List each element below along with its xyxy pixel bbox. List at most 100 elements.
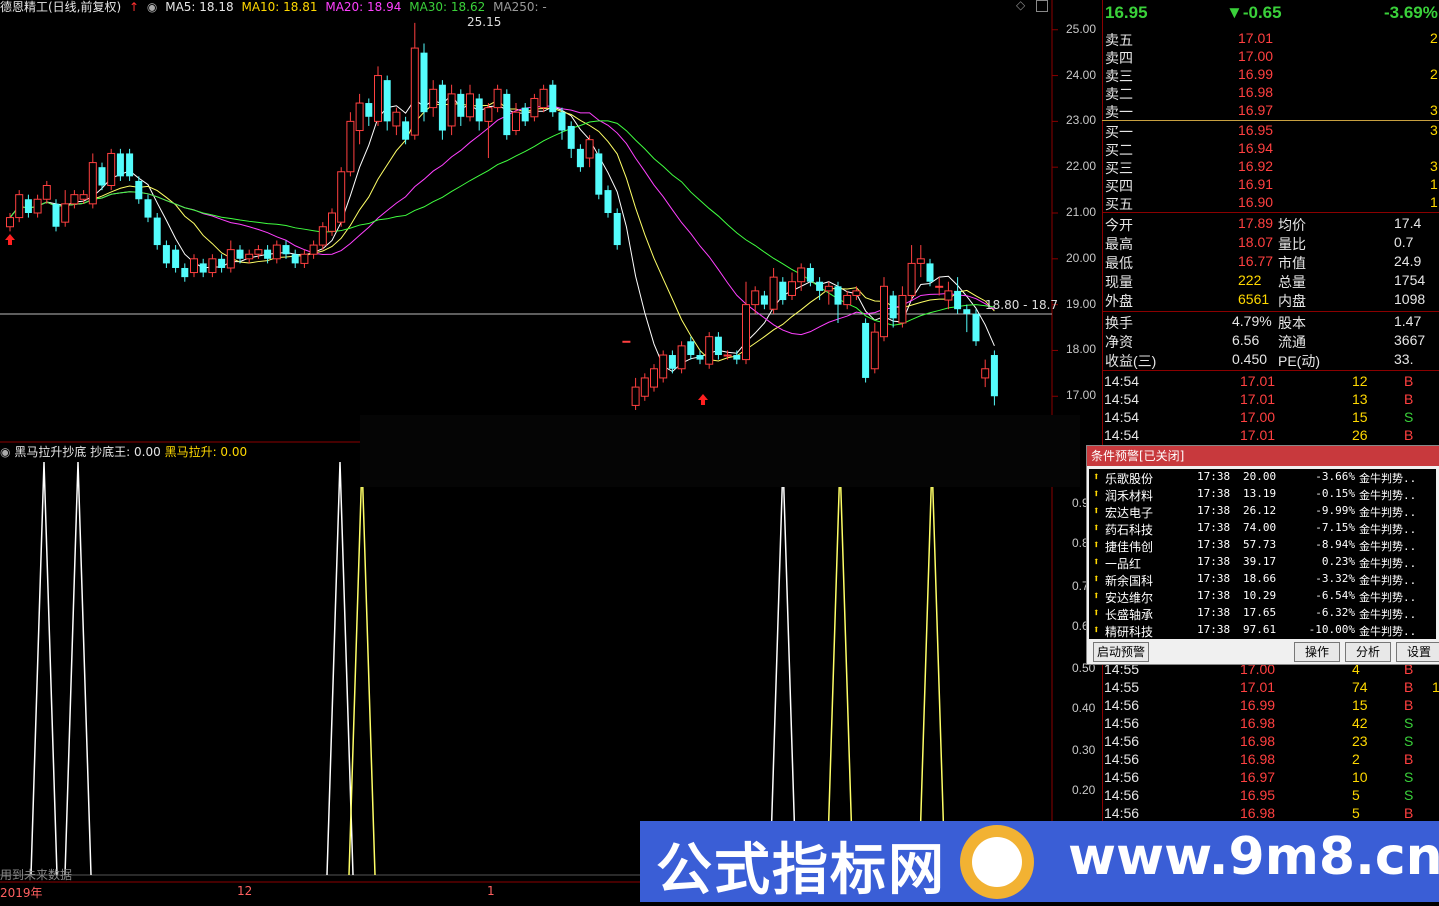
candle[interactable] <box>622 340 631 343</box>
candle[interactable] <box>383 75 391 131</box>
candle[interactable] <box>659 350 668 383</box>
candle[interactable] <box>226 240 235 273</box>
candle[interactable] <box>365 98 373 126</box>
candle[interactable] <box>788 272 796 301</box>
candle[interactable] <box>760 290 768 310</box>
candle[interactable] <box>779 277 787 305</box>
candle[interactable] <box>990 350 998 406</box>
candle[interactable] <box>834 281 842 323</box>
candle[interactable] <box>512 103 520 136</box>
tick-row[interactable]: 14:56 16.98 2 B <box>1102 751 1439 769</box>
window-toggle-icon[interactable] <box>1036 0 1048 12</box>
candle[interactable] <box>392 107 401 136</box>
alert-row[interactable]: ⬆ 长盛轴承 17:38 17.65 -6.32% 金牛判势.. <box>1089 605 1436 622</box>
settings-button[interactable]: 设置 <box>1396 642 1439 662</box>
candle[interactable] <box>190 254 198 278</box>
candle[interactable] <box>862 318 870 383</box>
candle[interactable] <box>309 240 318 259</box>
candle[interactable] <box>52 199 60 232</box>
candle[interactable] <box>539 84 548 113</box>
tick-row[interactable]: 14:56 16.97 10 S <box>1102 769 1439 787</box>
candle[interactable] <box>797 263 806 291</box>
operate-button[interactable]: 操作 <box>1294 642 1340 662</box>
candle[interactable] <box>640 373 649 401</box>
candle[interactable] <box>972 309 980 346</box>
indicator-toggle-icon[interactable]: ◉ <box>0 445 10 459</box>
candle[interactable] <box>300 249 309 268</box>
candle[interactable] <box>714 332 722 360</box>
candle[interactable] <box>907 245 916 301</box>
candle[interactable] <box>355 93 364 145</box>
candle[interactable] <box>144 194 152 223</box>
tick-row[interactable]: 14:55 17.01 74 B 1 <box>1102 679 1439 697</box>
candle[interactable] <box>153 213 161 250</box>
alert-row[interactable]: ⬆ 药石科技 17:38 74.00 -7.15% 金牛判势.. <box>1089 520 1436 537</box>
candle[interactable] <box>595 148 603 200</box>
candle[interactable] <box>935 277 944 296</box>
candle[interactable] <box>631 377 640 410</box>
candle[interactable] <box>272 240 281 264</box>
alert-row[interactable]: ⬆ 一品红 17:38 39.17 0.23% 金牛判势.. <box>1089 554 1436 571</box>
candle[interactable] <box>475 93 483 131</box>
candle[interactable] <box>346 112 355 177</box>
candle[interactable] <box>438 80 446 140</box>
tick-row[interactable]: 14:54 17.01 12 B <box>1102 373 1439 391</box>
candle[interactable] <box>126 148 134 181</box>
candle[interactable] <box>410 22 419 140</box>
tick-row[interactable]: 14:56 16.98 23 S <box>1102 733 1439 751</box>
candle[interactable] <box>61 190 70 227</box>
candle[interactable] <box>218 254 226 273</box>
alert-row[interactable]: ⬆ 乐歌股份 17:38 20.00 -3.66% 金牛判势.. <box>1089 469 1436 486</box>
candle[interactable] <box>576 144 584 172</box>
candle[interactable] <box>15 190 24 223</box>
candle[interactable] <box>457 89 465 126</box>
candle[interactable] <box>613 208 621 250</box>
candle[interactable] <box>420 43 428 122</box>
alert-list[interactable]: ⬆ 乐歌股份 17:38 20.00 -3.66% 金牛判势.. ⬆ 润禾材料 17:38 13.… <box>1089 469 1436 639</box>
candle[interactable] <box>318 222 327 250</box>
candle[interactable] <box>208 254 217 278</box>
candle[interactable] <box>199 258 207 278</box>
candle[interactable] <box>493 84 502 113</box>
candle[interactable] <box>245 249 254 264</box>
candle[interactable] <box>6 213 14 232</box>
candle[interactable] <box>70 190 79 209</box>
alert-row[interactable]: ⬆ 宏达电子 17:38 26.12 -9.99% 金牛判势.. <box>1089 503 1436 520</box>
candle[interactable] <box>282 240 290 259</box>
start-alert-button[interactable]: 启动预警 <box>1093 642 1149 662</box>
tick-row[interactable]: 14:54 17.01 13 B <box>1102 391 1439 409</box>
tick-row[interactable]: 14:56 16.95 5 S <box>1102 787 1439 805</box>
candle[interactable] <box>677 341 686 374</box>
alert-row[interactable]: ⬆ 捷佳伟创 17:38 57.73 -8.94% 金牛判势.. <box>1089 537 1436 554</box>
diamond-icon[interactable]: ◇ <box>1016 0 1025 12</box>
candle[interactable] <box>769 267 778 314</box>
candle[interactable] <box>585 135 594 168</box>
candle[interactable] <box>328 208 336 236</box>
settings-circle-icon[interactable]: ◉ <box>147 0 157 14</box>
analyze-button[interactable]: 分析 <box>1345 642 1391 662</box>
candle[interactable] <box>172 245 180 273</box>
candle[interactable] <box>116 148 124 181</box>
alert-title[interactable]: 条件预警[已关闭] <box>1087 446 1439 466</box>
candle[interactable] <box>870 322 879 374</box>
candle[interactable] <box>466 84 474 122</box>
tick-row[interactable]: 14:56 16.98 42 S <box>1102 715 1439 733</box>
candle[interactable] <box>42 180 51 204</box>
candle[interactable] <box>705 332 714 369</box>
candle[interactable] <box>816 277 824 301</box>
candle[interactable] <box>374 66 382 126</box>
candle[interactable] <box>898 286 907 328</box>
candle[interactable] <box>429 80 438 117</box>
candle[interactable] <box>549 80 557 117</box>
candle[interactable] <box>521 103 529 126</box>
candle[interactable] <box>981 359 990 388</box>
tick-row[interactable]: 14:54 17.01 26 B <box>1102 427 1439 445</box>
condition-alert-window[interactable]: 条件预警[已关闭] ⬆ 乐歌股份 17:38 20.00 -3.66% 金牛判势.. ⬆ 润禾… <box>1086 445 1439 665</box>
tick-row[interactable]: 14:54 17.00 15 S <box>1102 409 1439 427</box>
candle[interactable] <box>843 290 852 310</box>
candle[interactable] <box>963 304 971 333</box>
candle[interactable] <box>88 153 97 209</box>
candle[interactable] <box>107 148 116 191</box>
candle[interactable] <box>181 263 189 282</box>
candle[interactable] <box>824 281 833 305</box>
